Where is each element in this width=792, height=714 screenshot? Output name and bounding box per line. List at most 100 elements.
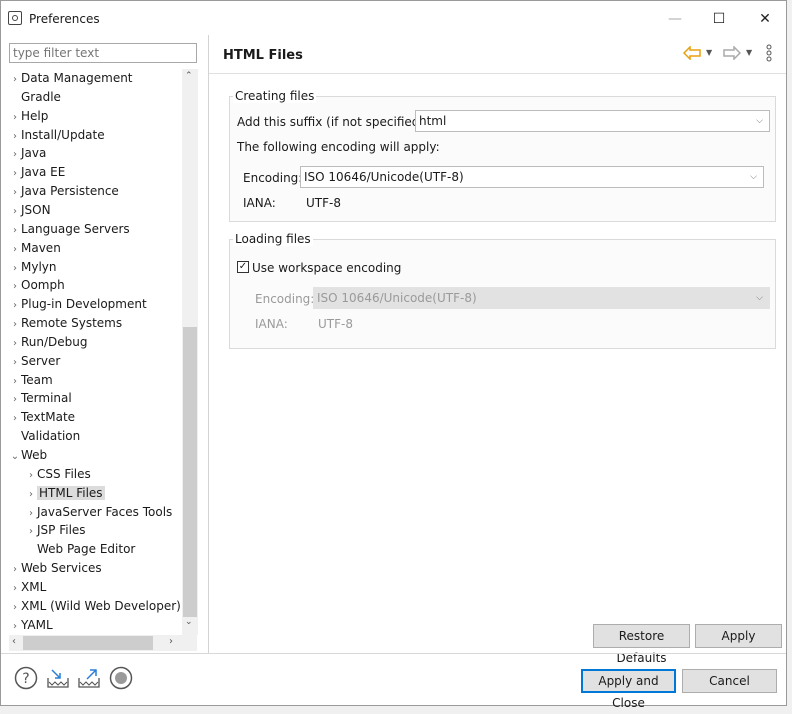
chevron-right-icon[interactable]: › xyxy=(9,109,21,127)
chevron-right-icon[interactable]: › xyxy=(25,505,37,523)
cancel-button[interactable]: Cancel xyxy=(682,669,777,693)
tree-item[interactable]: › XML xyxy=(9,578,46,596)
filter-input[interactable] xyxy=(9,43,197,63)
tree-item[interactable]: › TextMate xyxy=(9,408,75,426)
chevron-right-icon[interactable]: › xyxy=(9,316,21,334)
apply-button[interactable]: Apply xyxy=(695,624,782,648)
tree-hscroll-thumb[interactable] xyxy=(23,636,153,650)
chevron-right-icon[interactable]: › xyxy=(25,523,37,541)
tree-item[interactable]: › Maven xyxy=(9,239,61,257)
scroll-right-icon[interactable]: › xyxy=(169,636,173,647)
tree-item[interactable]: › YAML xyxy=(9,616,53,634)
tree-item-label: Validation xyxy=(21,429,81,444)
tree-item[interactable]: › Oomph xyxy=(9,276,65,294)
chevron-right-icon[interactable]: › xyxy=(9,335,21,353)
forward-menu-icon[interactable]: ▼ xyxy=(746,48,752,57)
title-bar: Preferences — ☐ ✕ xyxy=(1,1,786,37)
tree-item[interactable]: › Mylyn xyxy=(9,258,57,276)
chevron-right-icon[interactable]: › xyxy=(9,241,21,259)
chevron-right-icon[interactable]: › xyxy=(9,599,21,617)
encoding-combo[interactable]: ISO 10646/Unicode(UTF-8) ⌵ xyxy=(300,166,764,188)
use-workspace-checkbox[interactable]: ✓ xyxy=(237,261,249,273)
help-icon[interactable]: ? xyxy=(14,666,38,690)
back-icon[interactable] xyxy=(682,45,701,64)
tree-item[interactable]: › Install/Update xyxy=(9,126,105,144)
tree-item-label: JSP Files xyxy=(37,523,86,538)
use-workspace-label[interactable]: Use workspace encoding xyxy=(252,261,401,275)
tree-item[interactable]: › HTML Files xyxy=(25,484,105,502)
tree-item[interactable]: › JSON xyxy=(9,201,51,219)
view-menu-icon[interactable] xyxy=(765,44,773,66)
svg-text:?: ? xyxy=(22,671,29,687)
chevron-right-icon[interactable]: › xyxy=(9,580,21,598)
chevron-right-icon[interactable]: › xyxy=(9,618,21,635)
chevron-right-icon[interactable]: › xyxy=(9,561,21,579)
tree-item[interactable]: Web Page Editor xyxy=(25,540,135,558)
tree-vertical-scrollbar[interactable]: ⌃ ⌄ xyxy=(182,69,198,635)
record-icon[interactable] xyxy=(109,666,133,690)
tree-item[interactable]: Gradle xyxy=(9,88,61,106)
tree-horizontal-scrollbar[interactable]: ‹ › xyxy=(9,635,197,651)
tree-item[interactable]: › Terminal xyxy=(9,389,72,407)
tree-item-label: Run/Debug xyxy=(21,334,88,349)
scroll-down-icon[interactable]: ⌄ xyxy=(185,617,193,627)
tree-item-label: JavaServer Faces Tools xyxy=(37,504,173,519)
forward-icon[interactable] xyxy=(723,45,742,64)
tree-item[interactable]: › Team xyxy=(9,371,53,389)
iana-label: IANA: xyxy=(243,196,276,210)
chevron-right-icon[interactable]: › xyxy=(9,222,21,240)
chevron-right-icon[interactable]: › xyxy=(9,278,21,296)
tree-item-label: YAML xyxy=(21,617,53,632)
chevron-right-icon[interactable]: › xyxy=(9,146,21,164)
loading-encoding-combo[interactable]: ISO 10646/Unicode(UTF-8) ⌵ xyxy=(313,287,770,309)
import-icon[interactable] xyxy=(46,666,70,690)
tree-item[interactable]: › JSP Files xyxy=(25,521,86,539)
tree-item[interactable]: › Web Services xyxy=(9,559,102,577)
close-button[interactable]: ✕ xyxy=(745,7,785,31)
chevron-right-icon[interactable]: › xyxy=(9,165,21,183)
minimize-button[interactable]: — xyxy=(655,7,695,31)
tree-item[interactable]: › CSS Files xyxy=(25,465,91,483)
chevron-right-icon[interactable]: › xyxy=(25,467,37,485)
tree-item[interactable]: › Data Management xyxy=(9,69,133,87)
tree-item[interactable]: › Help xyxy=(9,107,48,125)
scroll-up-icon[interactable]: ⌃ xyxy=(185,71,193,81)
chevron-right-icon[interactable]: › xyxy=(9,260,21,278)
chevron-right-icon[interactable]: › xyxy=(9,297,21,315)
tree-item[interactable]: › Language Servers xyxy=(9,220,130,238)
chevron-right-icon[interactable]: › xyxy=(9,410,21,428)
chevron-down-icon[interactable]: ⌄ xyxy=(9,448,21,466)
tree-item[interactable]: › Remote Systems xyxy=(9,314,122,332)
tree-item[interactable]: › Server xyxy=(9,352,60,370)
tree-item[interactable]: › Java Persistence xyxy=(9,182,119,200)
preference-tree: › Data Management Gradle › Help › Install/Upda… xyxy=(9,69,199,635)
chevron-right-icon[interactable]: › xyxy=(25,486,37,504)
restore-defaults-button[interactable]: Restore Defaults xyxy=(593,624,690,665)
scroll-left-icon[interactable]: ‹ xyxy=(12,636,16,647)
window-title: Preferences xyxy=(29,12,100,26)
tree-item-label: TextMate xyxy=(21,410,76,425)
export-icon[interactable] xyxy=(77,666,101,690)
back-menu-icon[interactable]: ▼ xyxy=(706,48,712,57)
chevron-right-icon[interactable]: › xyxy=(9,71,21,89)
suffix-combo[interactable]: html ⌵ xyxy=(415,110,770,132)
maximize-button[interactable]: ☐ xyxy=(699,7,739,31)
tree-item[interactable]: ⌄ Web xyxy=(9,446,47,464)
tree-item[interactable]: › Run/Debug xyxy=(9,333,88,351)
pane-divider[interactable] xyxy=(208,35,209,653)
chevron-right-icon[interactable]: › xyxy=(9,373,21,391)
tree-item[interactable]: › Java xyxy=(9,144,46,162)
chevron-right-icon[interactable]: › xyxy=(9,128,21,146)
chevron-right-icon[interactable]: › xyxy=(9,354,21,372)
tree-item[interactable]: Validation xyxy=(9,427,80,445)
chevron-right-icon[interactable]: › xyxy=(9,184,21,202)
apply-and-close-button[interactable]: Apply and Close xyxy=(581,669,676,710)
chevron-right-icon[interactable]: › xyxy=(9,391,21,409)
tree-item[interactable]: › Plug-in Development xyxy=(9,295,147,313)
chevron-right-icon[interactable]: › xyxy=(9,203,21,221)
iana-value: UTF-8 xyxy=(306,196,341,210)
tree-item[interactable]: › XML (Wild Web Developer) xyxy=(9,597,181,615)
tree-item[interactable]: › Java EE xyxy=(9,163,65,181)
tree-item[interactable]: › JavaServer Faces Tools xyxy=(25,503,172,521)
tree-scroll-thumb[interactable] xyxy=(183,327,197,617)
